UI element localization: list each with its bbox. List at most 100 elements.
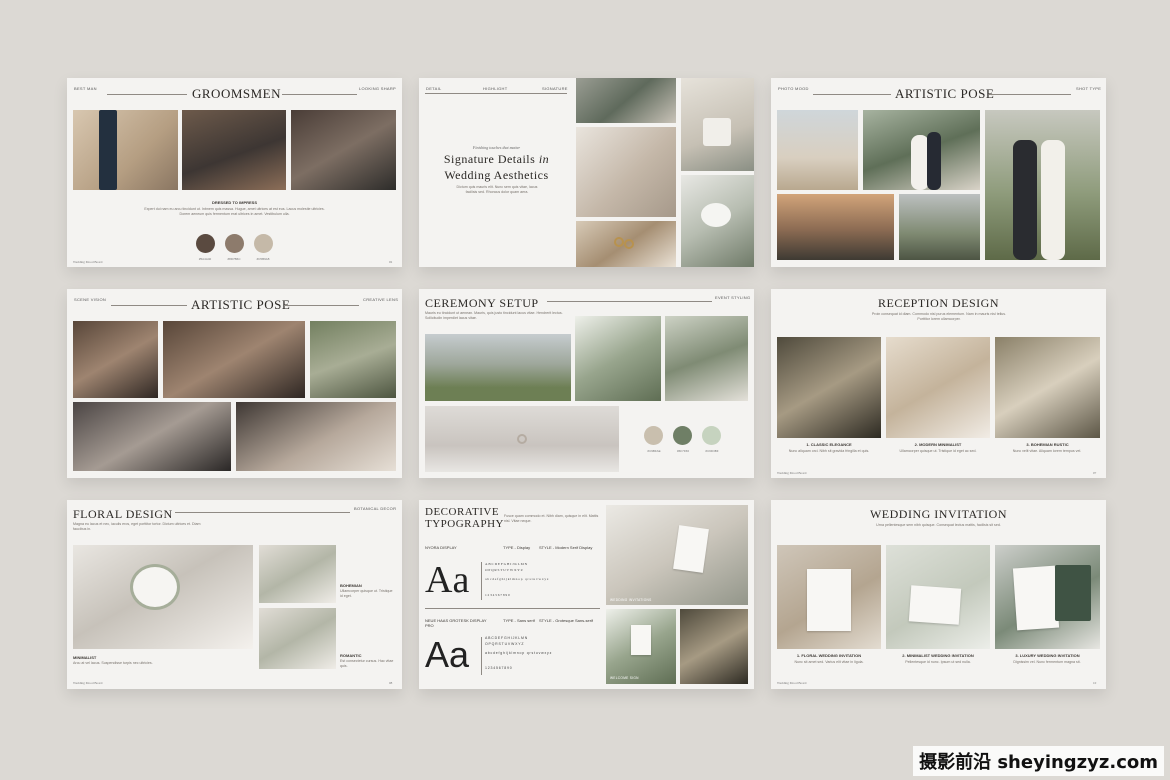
- photo-bride-bouquet: [236, 402, 396, 471]
- item-2-text: Ullamcorper quisque ut. Tristique id ege…: [899, 449, 977, 453]
- photo-modern-table: [886, 337, 990, 438]
- item-1-text: Arcu at vel lacus. Suspendisse turpis ne…: [73, 661, 153, 665]
- body-text: Proin consequat id diam. Commodo nisl pu…: [871, 312, 1007, 321]
- title-rule: [547, 301, 712, 302]
- slide-wedding-invitation[interactable]: WEDDING INVITATION Urna pellentesque sem…: [771, 500, 1106, 689]
- kicker: Finishing touches that matter: [472, 145, 521, 150]
- item-3-text: Dignissim vel. Nunc fermentum magna sit.: [1013, 660, 1081, 664]
- label-signature: SIGNATURE: [542, 86, 568, 91]
- page-number: 08: [389, 681, 393, 685]
- photo-bohemian-bouquet: [259, 545, 336, 603]
- item-1-text: Nunc aliquam orci. Nibh sit gravida frin…: [788, 449, 870, 453]
- slide-title: GROOMSMEN: [192, 86, 282, 101]
- page-number: 02: [389, 260, 393, 264]
- photo-ring-detail: [425, 406, 619, 472]
- photo-classic-table: [777, 337, 881, 438]
- title-rule-right: [989, 94, 1071, 95]
- swatch-1: [196, 234, 215, 253]
- title-rule-right: [282, 94, 357, 95]
- specimen-sans: Aa: [425, 634, 470, 675]
- specimen-serif: Aa: [425, 559, 470, 601]
- font1-style: STYLE - Modern Serif Display: [539, 545, 593, 550]
- slide-artistic-pose-2[interactable]: SCENE VISION ARTISTIC POSE CREATIVE LENS: [67, 289, 402, 478]
- swatch-3-label: #C6D3BF: [705, 449, 719, 453]
- title-rule-right: [284, 305, 359, 306]
- photo-caption-1: WEDDING INVITATIONS: [610, 598, 652, 602]
- title-part-1: Signature Details: [443, 152, 536, 166]
- label-left: SCENE VISION: [74, 297, 107, 302]
- slide-title: RECEPTION DESIGN: [878, 296, 999, 310]
- font1-name: NYORA DISPLAY: [425, 545, 457, 550]
- title-line-1: Signature Details in: [419, 152, 574, 167]
- photo-luxury-invitation: [995, 545, 1100, 649]
- photo-field-couple: [985, 110, 1100, 260]
- swatch-1-label: #5A4A40: [198, 257, 212, 261]
- item-2-label: BOHEMIAN: [340, 583, 362, 588]
- slide-reception-design[interactable]: RECEPTION DESIGN Proin consequat id diam…: [771, 289, 1106, 478]
- photo-floral-arch-kiss: [863, 110, 980, 190]
- photo-groomsmen-shoes: [291, 110, 396, 190]
- photo-dried-flowers: [576, 221, 676, 267]
- label-left: BEST MAN: [74, 86, 97, 91]
- page-number: 07: [1093, 471, 1097, 475]
- swatch-2: [673, 426, 692, 445]
- item-2-label: 2. MINIMALIST WEDDING INVITATION: [902, 653, 974, 658]
- label-right: LOOKING SHARP: [359, 86, 397, 91]
- photo-boutonniere: [73, 110, 178, 190]
- slide-title: ARTISTIC POSE: [895, 86, 995, 101]
- photo-romantic-bouquet: [259, 608, 336, 669]
- item-1-label: 1. FLORAL WEDDING INVITATION: [796, 653, 862, 658]
- photo-caption-2: WELCOME SIGN: [610, 676, 639, 680]
- font2-type: TYPE - Sans serif: [503, 618, 535, 623]
- photo-guests-celebrate: [163, 321, 305, 398]
- caption: DRESSED TO IMPRESS: [211, 200, 258, 205]
- item-2-label: 2. MODERN MINIMALIST: [914, 442, 962, 447]
- glyphs-sans-lower: abcdefghijklmnop qrstuvwxyz: [485, 651, 553, 655]
- font1-type: TYPE - Display: [503, 545, 531, 550]
- slide-decorative-typography[interactable]: DECORATIVE TYPOGRAPHY Fusce quam commodo…: [419, 500, 754, 689]
- glyphs-sans-upper: ABCDEFGHIJKLMN OPQRSTUVWXYZ: [485, 636, 529, 646]
- title-rule-left: [813, 94, 891, 95]
- photo-bridal-shoes: [576, 127, 676, 217]
- slide-title: WEDDING INVITATION: [869, 507, 1007, 521]
- footer: Wedding Mood Board: [73, 260, 103, 264]
- title-line-2: Wedding Aesthetics: [444, 168, 549, 182]
- slide-floral-design[interactable]: FLORAL DESIGN BOTANICAL DECOR Magna eu l…: [67, 500, 402, 689]
- glyphs-serif-lower: abcdefghijklmnop qrstuvwxyz: [485, 577, 550, 581]
- photo-car-kiss: [73, 402, 231, 471]
- swatch-1-label: #C9BFAE: [647, 449, 661, 453]
- item-3-text: Est consectetur cursus. Hac vitae quis.: [340, 659, 394, 668]
- photo-table-setting: [576, 78, 676, 123]
- footer: Wedding Mood Board: [777, 681, 807, 685]
- slide-artistic-pose-1[interactable]: PHOTO MOOD ARTISTIC POSE SHOT TYPE: [771, 78, 1106, 267]
- footer: Wedding Mood Board: [777, 471, 807, 475]
- photo-couple-smiling: [73, 321, 158, 398]
- photo-bridal-bouquet: [681, 175, 754, 267]
- slide-signature-details[interactable]: DETAIL HIGHLIGHT SIGNATURE Finishing tou…: [419, 78, 754, 267]
- font2-name: NEUE HAAS GROTESK DISPLAY PRO: [425, 618, 487, 628]
- item-3-label: 3. BOHEMIAN RUSTIC: [1026, 442, 1069, 447]
- specimen-1-divider: [481, 562, 482, 600]
- label-left: PHOTO MOOD: [778, 86, 809, 91]
- label-right: CREATIVE LENS: [363, 297, 399, 302]
- page-number: 10: [1093, 681, 1097, 685]
- slide-ceremony-setup[interactable]: CEREMONY SETUP EVENT STYLING Mauris eu t…: [419, 289, 754, 478]
- item-3-text: Nunc velit vitae. Aliquam lorem tempus v…: [1012, 449, 1082, 453]
- swatch-3: [254, 234, 273, 253]
- label-detail: DETAIL: [426, 86, 442, 91]
- photo-floral-chair: [575, 316, 661, 401]
- glyphs-serif-num: 1234567890: [485, 593, 511, 597]
- swatch-2-label: #8D7B6C: [227, 257, 241, 261]
- swatch-1: [644, 426, 663, 445]
- photo-bohemian-table: [995, 337, 1100, 438]
- slide-groomsmen[interactable]: BEST MAN GROOMSMEN LOOKING SHARP DRESSED…: [67, 78, 402, 267]
- photo-lakeside-ceremony: [425, 334, 571, 401]
- label-highlight: HIGHLIGHT: [483, 86, 508, 91]
- footer: Wedding Mood Board: [73, 681, 103, 685]
- photo-wedding-cake: [681, 78, 754, 171]
- swatch-2: [225, 234, 244, 253]
- item-2-text: Ullamcorper quisque ut. Tristique id ege…: [340, 589, 393, 598]
- photo-reception-hall: [665, 316, 748, 401]
- item-3-label: 3. LUXURY WEDDING INVITATION: [1015, 653, 1080, 658]
- item-1-label: MINIMALIST: [73, 655, 97, 660]
